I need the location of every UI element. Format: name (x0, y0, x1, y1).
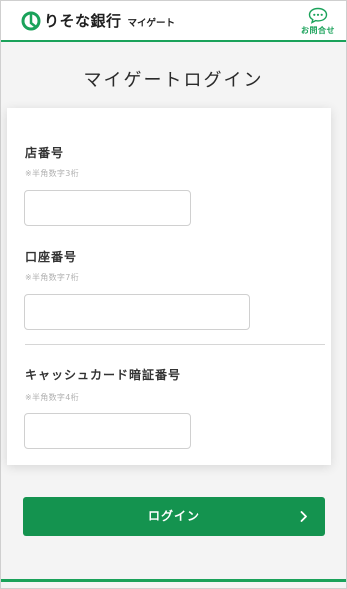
footer-accent-line (1, 579, 346, 582)
chevron-right-icon (300, 511, 307, 522)
resona-logo-icon (21, 11, 41, 30)
main-content: マイゲートログイン 店番号 ※半角数字3桁 口座番号 ※半角数字7桁 キャッシュ… (1, 42, 346, 588)
login-button-label: ログイン (147, 509, 200, 523)
pin-label: キャッシュカード暗証番号 (25, 368, 182, 382)
account-number-hint: ※半角数字7桁 (25, 273, 79, 282)
branch-number-hint: ※半角数字3桁 (25, 169, 79, 178)
contact-label: お問合せ (301, 26, 335, 35)
logo[interactable]: りそな銀行 マイゲート (21, 10, 175, 31)
login-form-card: 店番号 ※半角数字3桁 口座番号 ※半角数字7桁 キャッシュカード暗証番号 ※半… (7, 108, 331, 465)
pin-hint: ※半角数字4桁 (25, 393, 79, 402)
contact-button[interactable]: お問合せ (298, 7, 338, 36)
chat-bubble-icon (308, 7, 328, 24)
branch-number-label: 店番号 (25, 146, 65, 160)
account-number-input[interactable] (24, 294, 250, 330)
brand-name: りそな銀行 (44, 12, 122, 30)
divider (25, 344, 325, 345)
header: りそな銀行 マイゲート お問合せ (1, 1, 346, 42)
pin-input[interactable] (24, 413, 191, 449)
account-number-label: 口座番号 (25, 250, 78, 264)
login-button[interactable]: ログイン (23, 497, 325, 536)
brand-sub: マイゲート (127, 17, 176, 29)
page-title: マイゲートログイン (83, 70, 264, 91)
branch-number-input[interactable] (24, 190, 191, 226)
